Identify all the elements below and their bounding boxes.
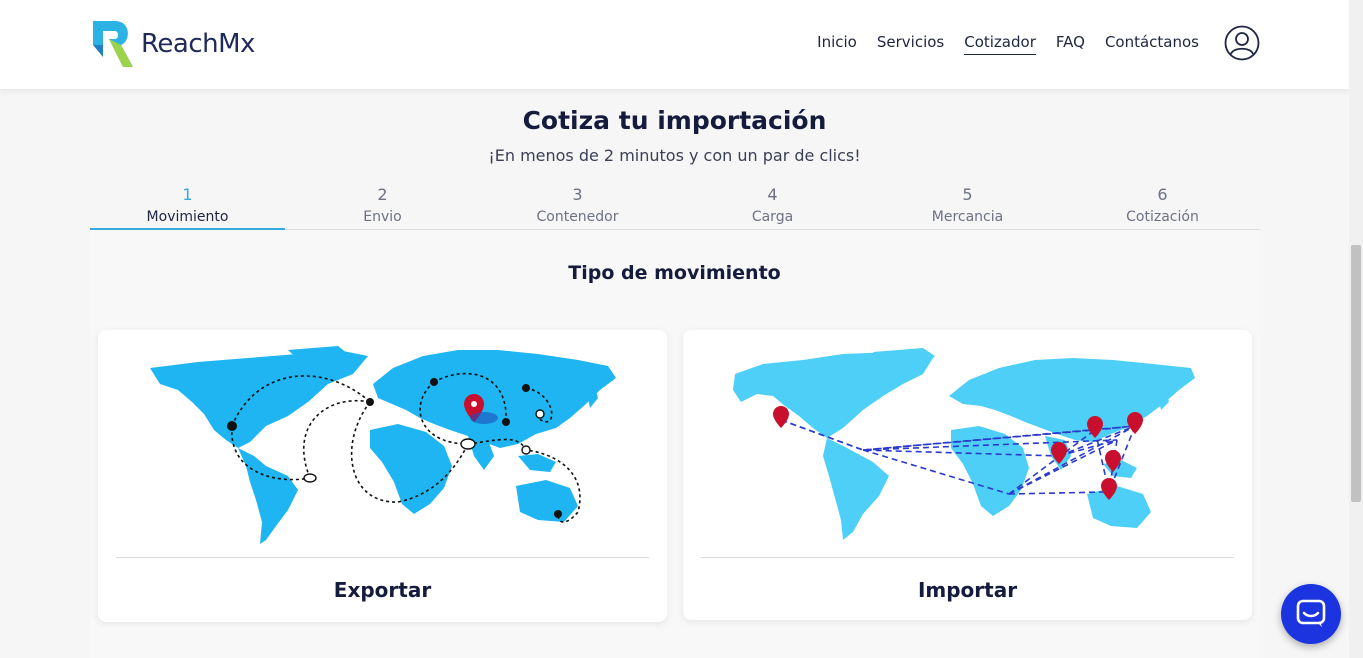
step-label: Movimiento — [146, 209, 229, 225]
section-title: Tipo de movimiento — [568, 262, 781, 284]
step-mercancia[interactable]: 5 Mercancia — [870, 184, 1065, 229]
step-number: 5 — [962, 185, 973, 204]
step-label: Carga — [751, 209, 794, 225]
card-divider — [701, 557, 1234, 558]
step-contenedor[interactable]: 3 Contenedor — [480, 184, 675, 229]
step-envio[interactable]: 2 Envio — [285, 184, 480, 229]
step-cotizacion[interactable]: 6 Cotización — [1065, 184, 1260, 229]
user-account-icon[interactable] — [1224, 25, 1260, 61]
export-option-label: Exportar — [333, 578, 432, 602]
scrollbar-thumb[interactable] — [1351, 245, 1361, 502]
chat-widget-button[interactable] — [1281, 584, 1341, 644]
brand-name: ReachMx — [141, 29, 255, 59]
step-label: Mercancia — [931, 209, 1004, 225]
page-title: Cotiza tu importación — [522, 106, 827, 135]
nav-contactanos[interactable]: Contáctanos — [1105, 33, 1199, 55]
step-label: Contenedor — [536, 209, 619, 225]
nav-cotizador[interactable]: Cotizador — [964, 33, 1036, 55]
step-number: 6 — [1157, 185, 1168, 204]
step-carga[interactable]: 4 Carga — [675, 184, 870, 229]
reachmx-logo-icon — [93, 21, 133, 67]
export-option-card[interactable]: Exportar — [98, 330, 667, 622]
nav-inicio[interactable]: Inicio — [817, 33, 857, 55]
import-world-map-icon — [733, 348, 1195, 540]
stepper: 1 Movimiento 2 Envio 3 Contenedor 4 Carg… — [90, 184, 1260, 231]
import-option-card[interactable]: Importar — [683, 330, 1252, 620]
step-number: 2 — [377, 185, 388, 204]
chat-bubble-icon — [1296, 599, 1326, 627]
export-world-map-icon — [150, 346, 616, 544]
step-number: 1 — [182, 185, 193, 204]
step-number: 3 — [572, 185, 583, 204]
step-label: Envio — [363, 209, 402, 225]
nav-servicios[interactable]: Servicios — [877, 33, 944, 55]
step-label: Cotización — [1126, 209, 1199, 225]
main-nav: Inicio Servicios Cotizador FAQ Contáctan… — [817, 33, 1199, 55]
card-divider — [116, 557, 649, 558]
nav-faq[interactable]: FAQ — [1056, 33, 1085, 55]
page-subtitle: ¡En menos de 2 minutos y con un par de c… — [488, 146, 861, 165]
logo[interactable]: ReachMx — [91, 19, 255, 69]
site-header: ReachMx Inicio Servicios Cotizador FAQ C… — [0, 0, 1349, 89]
import-option-label: Importar — [917, 578, 1018, 602]
step-number: 4 — [767, 185, 778, 204]
step-movimiento[interactable]: 1 Movimiento — [90, 184, 285, 231]
